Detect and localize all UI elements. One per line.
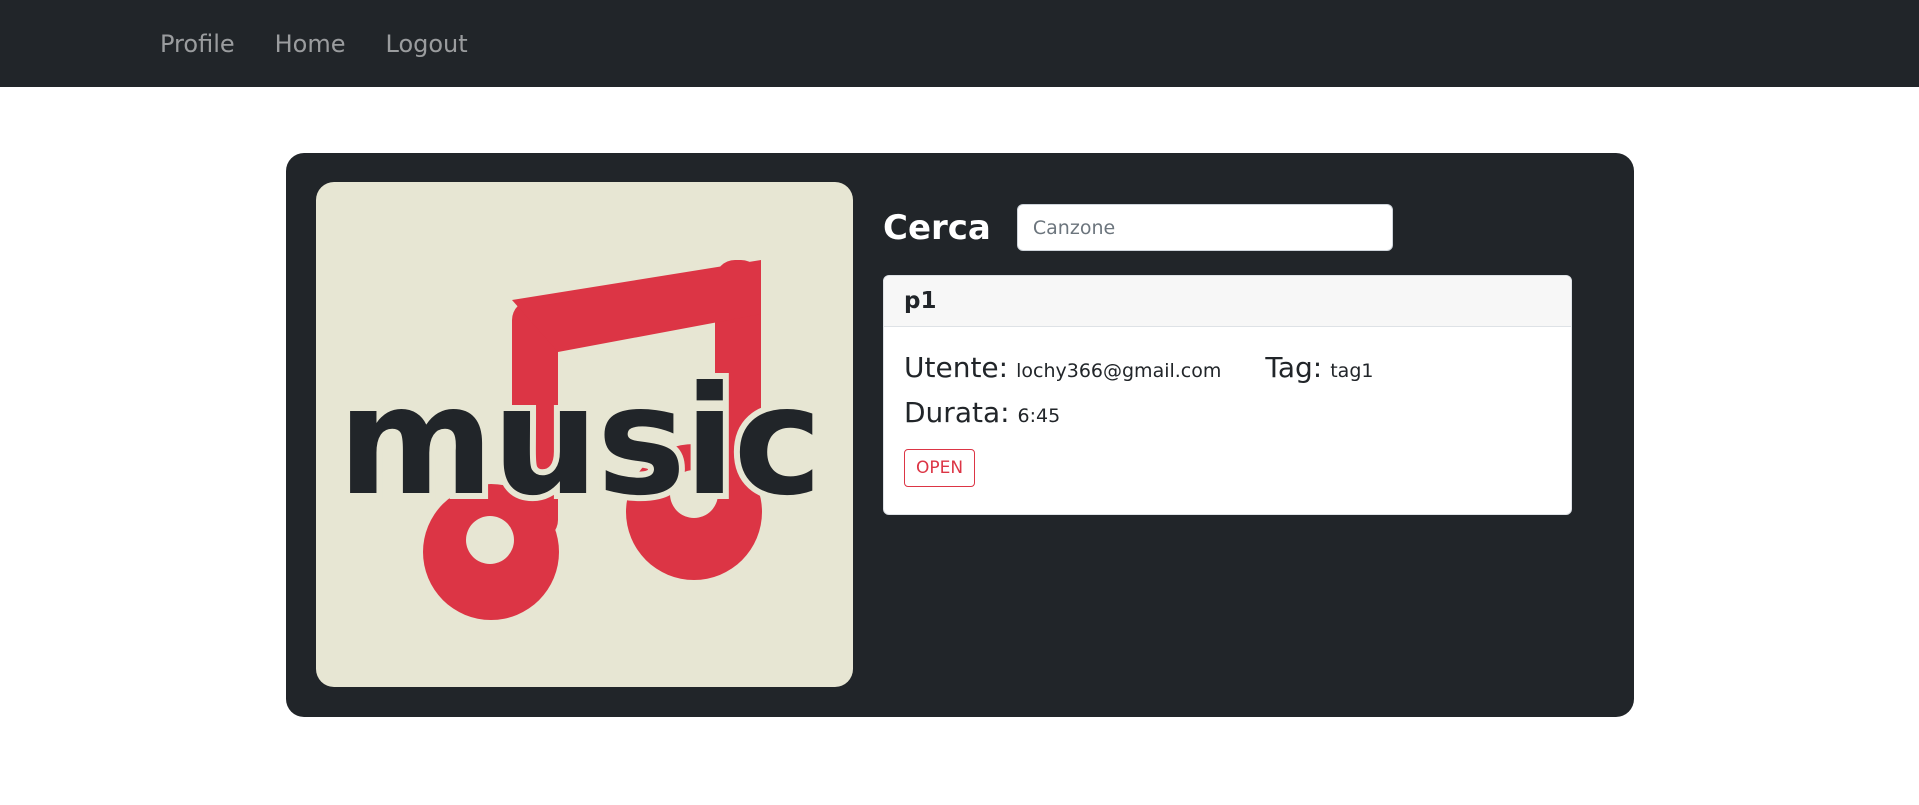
utente-label: Utente: [904, 351, 1009, 384]
music-artwork: music [316, 182, 853, 687]
open-button[interactable]: OPEN [904, 449, 976, 487]
search-input[interactable] [1016, 204, 1393, 251]
tag-value: tag1 [1330, 360, 1374, 382]
music-logo-image: music [332, 260, 828, 620]
nav-link-home[interactable]: Home [275, 30, 346, 58]
result-card: p1 Utente: lochy366@gmail.com Tag: tag1 … [883, 275, 1572, 515]
nav-link-profile[interactable]: Profile [160, 30, 235, 58]
result-body: Utente: lochy366@gmail.com Tag: tag1 Dur… [884, 327, 1571, 487]
search-title: Cerca [883, 207, 991, 248]
music-logo-text: music [338, 355, 821, 529]
main-card: music Cerca p1 Utente: lochy366@gmail.co… [286, 153, 1634, 717]
nav-link-logout[interactable]: Logout [386, 30, 468, 58]
tag-label: Tag: [1265, 351, 1323, 384]
result-row-utente-tag: Utente: lochy366@gmail.com Tag: tag1 [904, 351, 1551, 396]
result-title: p1 [884, 276, 1571, 327]
result-row-durata: Durata: 6:45 [904, 396, 1551, 441]
durata-value: 6:45 [1017, 405, 1061, 427]
durata-label: Durata: [904, 396, 1010, 429]
search-row: Cerca [883, 204, 1393, 251]
utente-value: lochy366@gmail.com [1016, 360, 1222, 382]
top-navbar: Profile Home Logout [0, 0, 1919, 87]
